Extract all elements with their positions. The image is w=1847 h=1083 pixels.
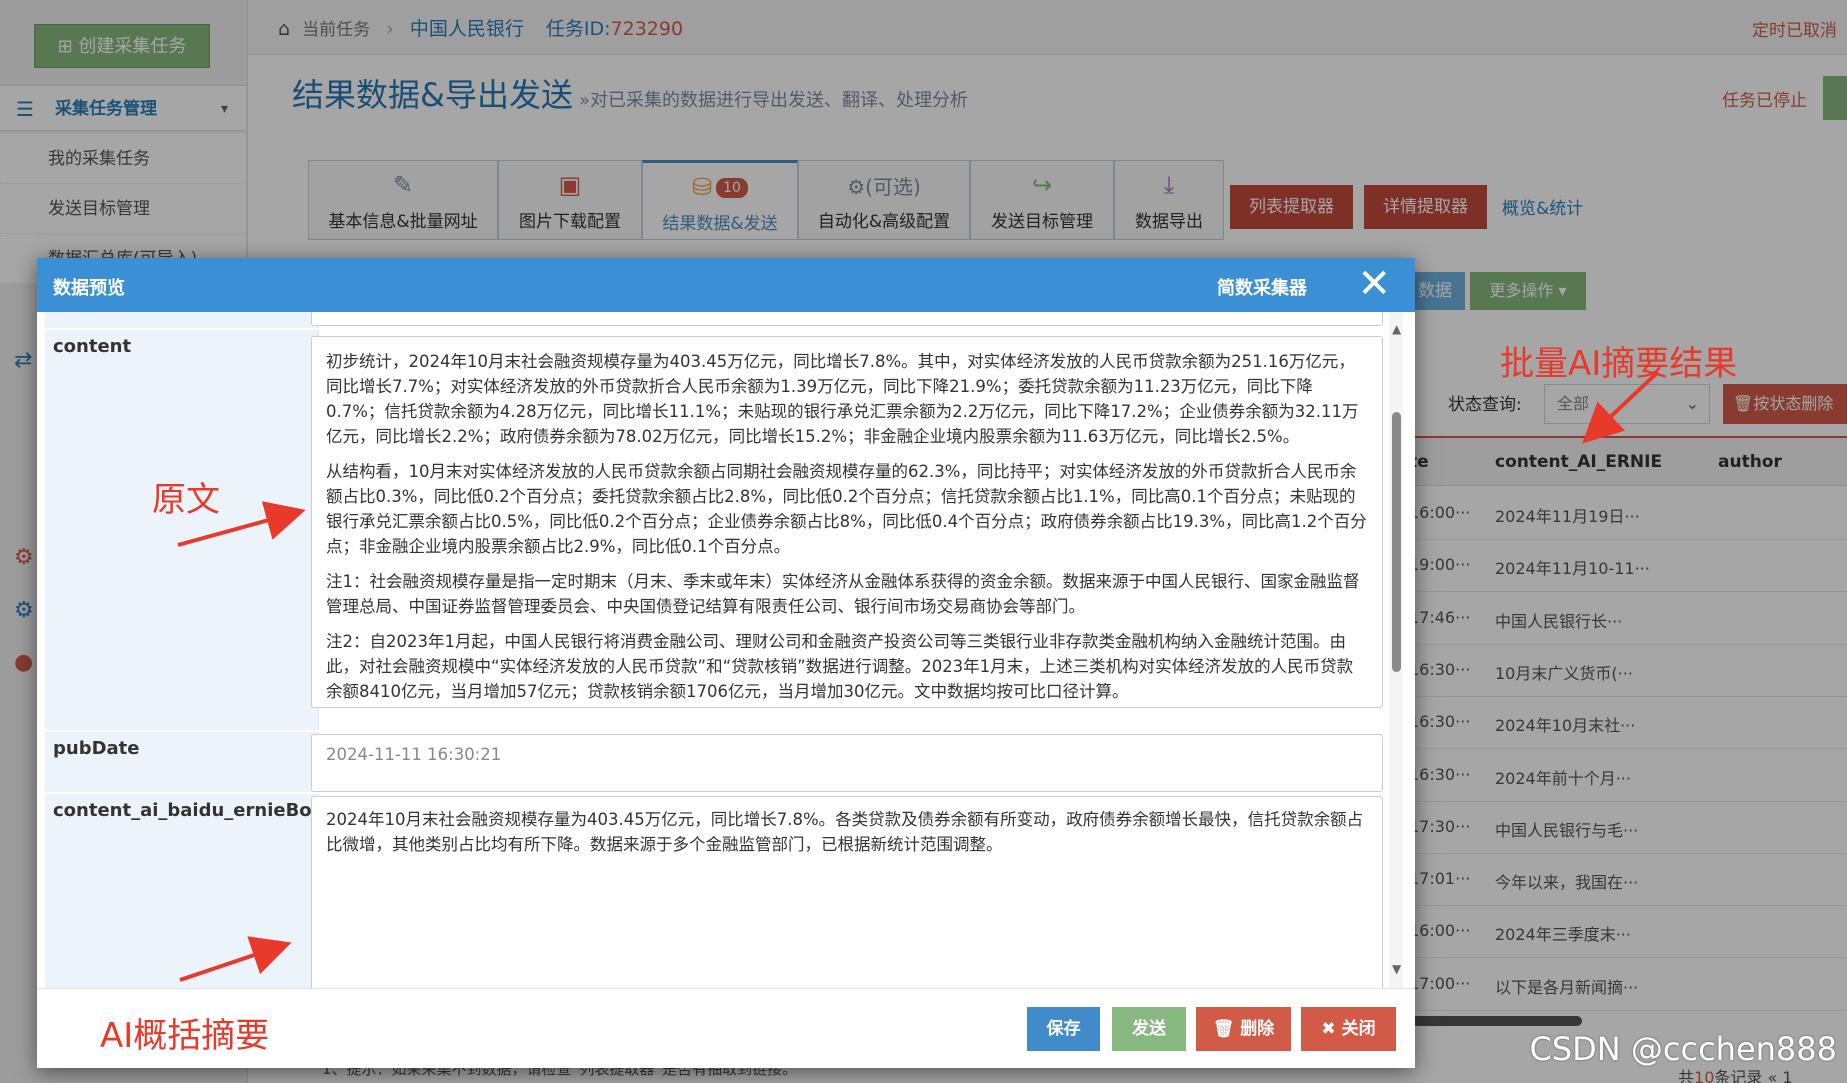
- arrow-ai-summary: [179, 936, 292, 982]
- arrow-batch-result: [1582, 370, 1660, 444]
- watermark: CSDN @ccchen888: [1529, 1030, 1837, 1068]
- annotation-arrows: [177, 370, 1660, 982]
- arrow-original: [177, 501, 306, 547]
